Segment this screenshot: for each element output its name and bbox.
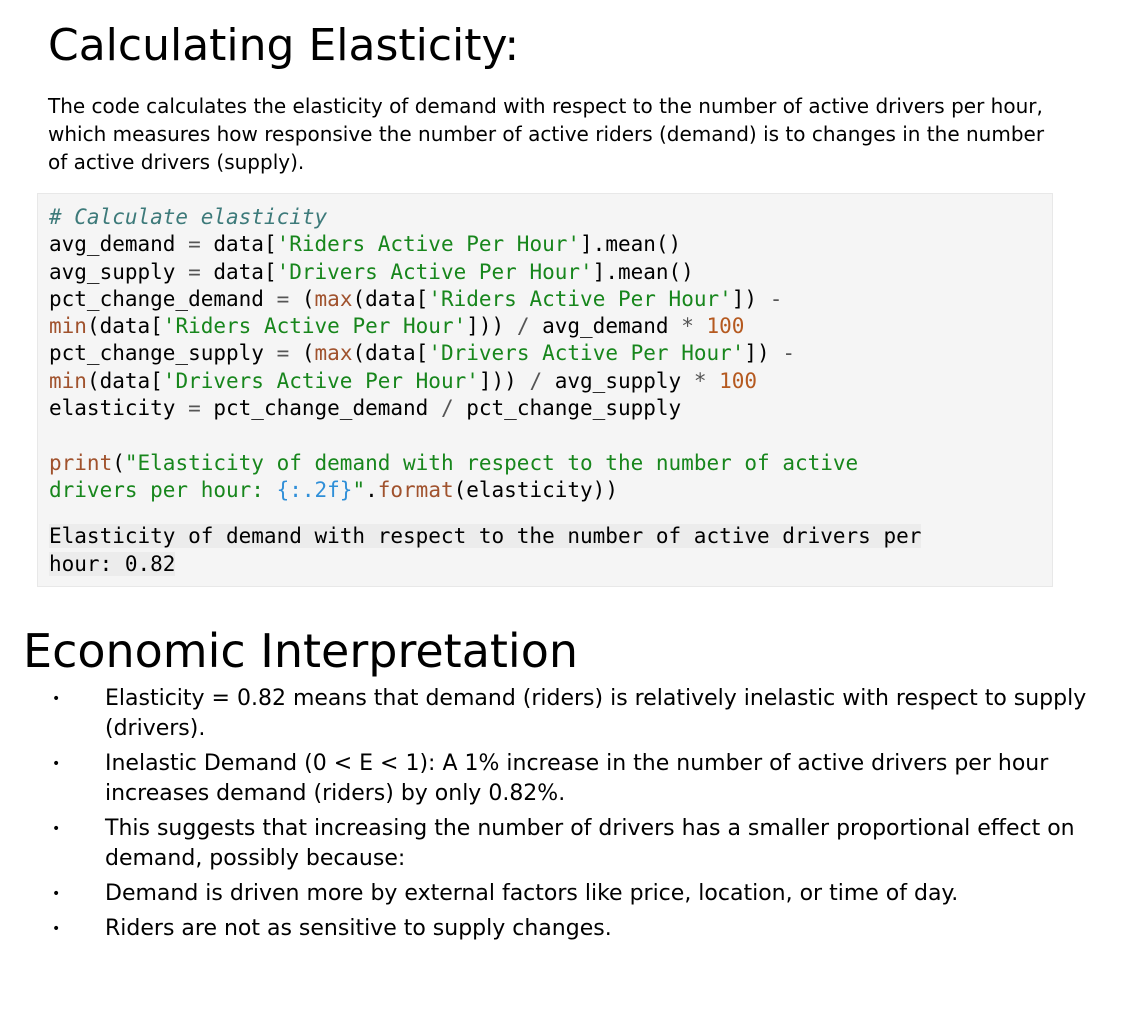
- section-heading: Calculating Elasticity:: [48, 20, 520, 71]
- list-item-text: Demand is driven more by external factor…: [105, 881, 959, 906]
- bullet-icon: •: [52, 691, 61, 707]
- code-token: 'Drivers Active Per Hour': [162, 368, 479, 393]
- intro-paragraph: The code calculates the elasticity of de…: [48, 94, 1045, 174]
- list-item: • Riders are not as sensitive to supply c…: [0, 914, 1095, 944]
- code-token: 'Riders Active Per Hour': [428, 286, 732, 311]
- code-token: avg_demand: [49, 232, 189, 257]
- code-token: avg_supply: [49, 259, 189, 284]
- interpretation-list: • Elasticity = 0.82 means that demand (ri…: [0, 684, 1136, 949]
- code-token: min: [49, 368, 87, 393]
- code-token: =: [188, 259, 201, 284]
- interpretation-heading: Economic Interpretation: [23, 624, 579, 678]
- code-token: data[: [200, 232, 277, 257]
- code-token: 100: [719, 368, 758, 393]
- bullet-icon: •: [52, 821, 61, 837]
- list-item-text: Elasticity = 0.82 means that demand (rid…: [105, 686, 1087, 741]
- code-token: min: [49, 314, 87, 339]
- code-token: =: [188, 232, 201, 257]
- bullet-icon: •: [52, 886, 61, 902]
- code-token: =: [276, 341, 290, 366]
- list-item: • Elasticity = 0.82 means that demand (ri…: [0, 684, 1095, 744]
- code-token: format: [377, 477, 454, 502]
- code-token: 'Riders Active Per Hour': [276, 232, 581, 257]
- code-token: /: [529, 368, 543, 393]
- code-token: ]): [744, 341, 783, 366]
- code-token: .: [365, 477, 378, 502]
- code-token: avg_demand: [529, 314, 682, 339]
- code-token: ": [352, 477, 366, 502]
- list-item-text: Inelastic Demand (0 < E < 1): A 1% incre…: [105, 751, 1049, 806]
- code-token: max: [314, 286, 353, 311]
- code-token: (data[: [352, 286, 429, 311]
- code-cell[interactable]: # Calculate elasticity avg_demand = data…: [37, 193, 1053, 587]
- code-token: (data[: [352, 341, 429, 366]
- code-token: ]): [731, 286, 770, 311]
- code-token: data[: [200, 259, 277, 284]
- code-token: pct_change_demand: [200, 396, 441, 421]
- code-token: (data[: [86, 314, 163, 339]
- output-line: Elasticity of demand with respect to the…: [49, 524, 922, 548]
- output-line: hour: 0.82: [49, 552, 176, 576]
- code-block[interactable]: # Calculate elasticity avg_demand = data…: [49, 204, 858, 504]
- code-token: drivers per hour:: [49, 477, 277, 502]
- code-token: ])): [466, 314, 517, 339]
- code-token: =: [276, 286, 290, 311]
- code-token: -: [782, 341, 795, 366]
- code-token: 'Drivers Active Per Hour': [276, 259, 593, 284]
- code-token: *: [681, 314, 694, 339]
- code-token: =: [188, 396, 201, 421]
- code-token: pct_change_demand: [49, 286, 277, 311]
- list-item: • This suggests that increasing the numbe…: [0, 814, 1095, 874]
- code-token: pct_change_supply: [49, 341, 277, 366]
- code-token: (data[: [86, 368, 163, 393]
- code-token: (: [112, 450, 125, 475]
- code-token: "Elasticity of demand with respect to th…: [124, 450, 859, 475]
- list-item-text: This suggests that increasing the number…: [105, 816, 1075, 871]
- code-token: -: [769, 286, 783, 311]
- list-item: • Demand is driven more by external facto…: [0, 879, 1095, 909]
- code-token: 'Riders Active Per Hour': [162, 314, 467, 339]
- code-token: (: [289, 286, 315, 311]
- code-token: 100: [706, 314, 745, 339]
- code-token: {:.2f}: [276, 477, 353, 502]
- code-token: (elasticity)): [453, 477, 618, 502]
- code-output: Elasticity of demand with respect to the…: [49, 522, 922, 578]
- code-token: ].mean(): [580, 232, 682, 257]
- code-token: /: [516, 314, 530, 339]
- code-token: elasticity: [49, 396, 189, 421]
- code-token: pct_change_supply: [453, 396, 682, 421]
- list-item: • Inelastic Demand (0 < E < 1): A 1% incr…: [0, 749, 1095, 809]
- code-token: # Calculate elasticity: [49, 205, 328, 229]
- code-token: max: [314, 341, 353, 366]
- bullet-icon: •: [52, 921, 61, 937]
- code-token: ])): [478, 368, 530, 393]
- bullet-icon: •: [52, 756, 61, 772]
- code-token: 'Drivers Active Per Hour': [428, 341, 745, 366]
- code-token: *: [693, 368, 707, 393]
- list-item-text: Riders are not as sensitive to supply ch…: [105, 916, 612, 941]
- code-token: ].mean(): [592, 259, 694, 284]
- code-token: /: [440, 396, 454, 421]
- code-token: print: [49, 450, 113, 475]
- code-token: (: [289, 341, 315, 366]
- code-token: avg_supply: [542, 368, 694, 393]
